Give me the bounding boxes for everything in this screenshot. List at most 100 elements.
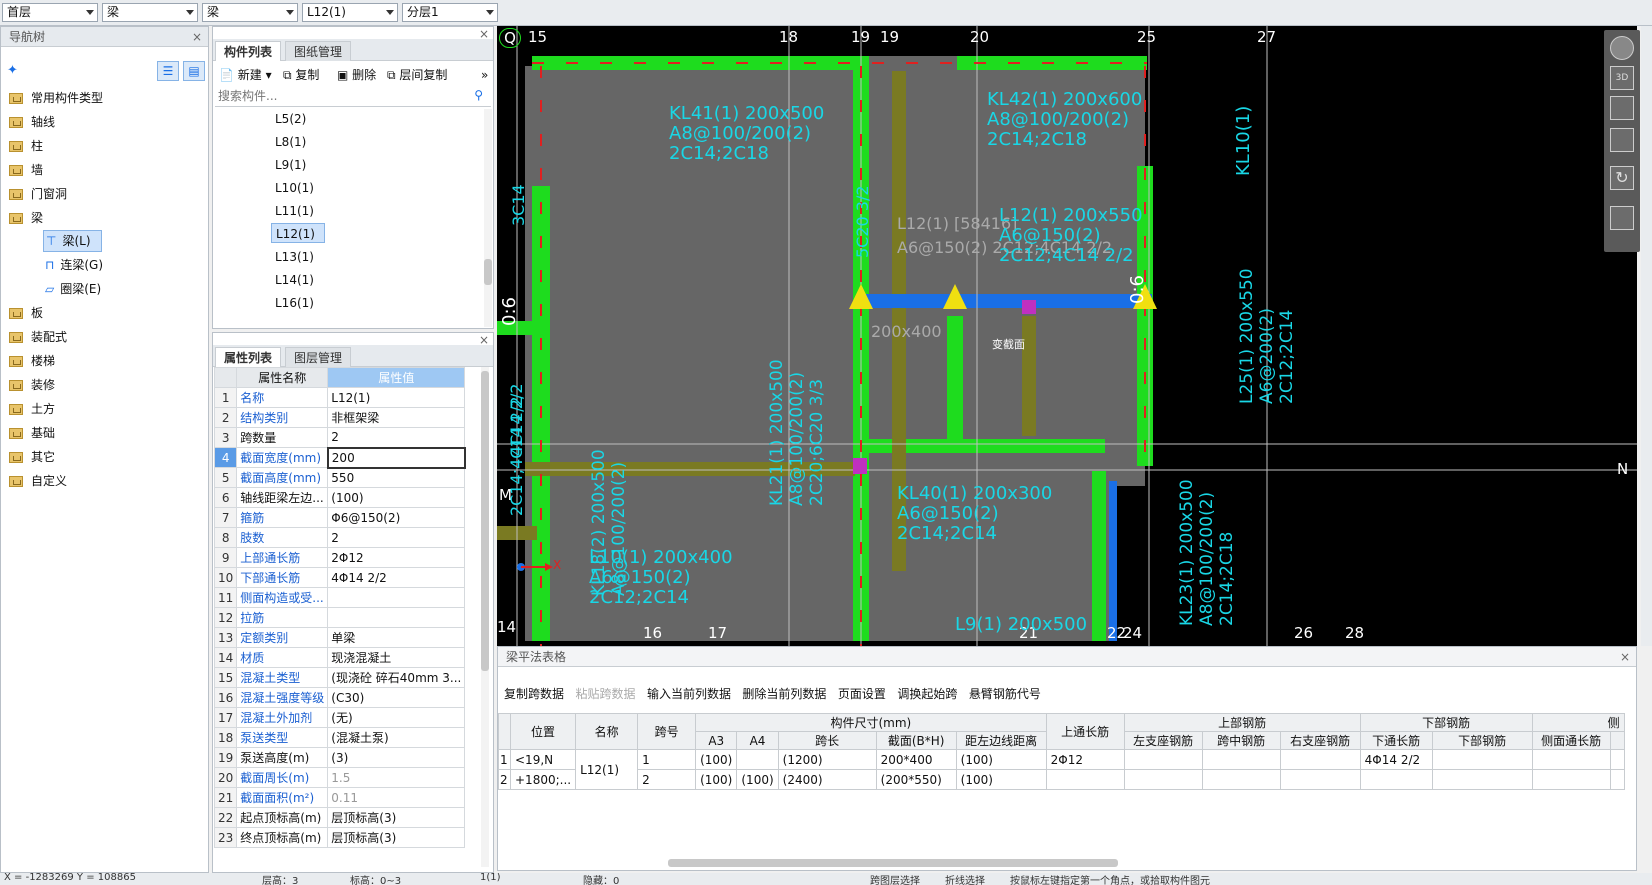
scrollbar[interactable]	[484, 109, 492, 327]
cell-extra[interactable]	[1609, 749, 1625, 770]
list-item[interactable]: L8(1)	[271, 132, 310, 152]
prop-value[interactable]: L12(1)	[327, 387, 466, 408]
beam-olive[interactable]	[1022, 316, 1036, 436]
list-item-selected[interactable]: L12(1)	[271, 223, 325, 243]
beam-l9[interactable]	[1092, 471, 1106, 641]
cell-mid[interactable]	[1201, 769, 1281, 790]
cell-distance[interactable]: (100)	[955, 749, 1047, 770]
delete-column-button[interactable]: 删除当前列数据	[742, 687, 826, 701]
prop-value[interactable]: 2	[327, 527, 466, 548]
nav-child-ring-beam[interactable]: ▱ 圈梁(E)	[43, 278, 101, 300]
prop-value[interactable]: 4Φ14 2/2	[327, 567, 466, 588]
cell-side[interactable]	[1531, 769, 1611, 790]
prop-value[interactable]: (100)	[327, 487, 466, 508]
cell-mid[interactable]	[1201, 749, 1281, 770]
swap-span-button[interactable]: 调换起始跨	[897, 687, 957, 701]
category-select[interactable]: 梁	[102, 3, 198, 22]
input-column-button[interactable]: 输入当前列数据	[647, 687, 731, 701]
beam-l12-selected[interactable]	[857, 294, 1152, 308]
more-icon[interactable]: »	[481, 67, 488, 83]
cell-bottom-through[interactable]	[1359, 769, 1433, 790]
tab-layer-manage[interactable]: 图层管理	[285, 347, 352, 367]
cell-left-support[interactable]	[1123, 749, 1203, 770]
polyline-select-button[interactable]: 折线选择	[945, 873, 985, 885]
table-row[interactable]: 1 <19,N L12(1) 1 (100) (1200) 200*400 (1…	[498, 749, 1625, 790]
prop-value[interactable]: (无)	[327, 707, 466, 728]
delete-button[interactable]: ▣ 删除	[337, 67, 376, 83]
scroll-thumb[interactable]	[484, 259, 492, 285]
prop-value[interactable]: 层顶标高(3)	[327, 807, 466, 828]
prop-value-editing[interactable]: 200	[326, 446, 466, 469]
detail-view-icon[interactable]: ▤	[183, 61, 205, 81]
box-view-icon[interactable]	[1610, 128, 1634, 152]
cell-right-support[interactable]	[1279, 749, 1361, 770]
scrollbar[interactable]	[481, 367, 489, 867]
cell-right-support[interactable]	[1279, 769, 1361, 790]
cell-section[interactable]: (200*550)	[875, 769, 957, 790]
cell-left-support[interactable]	[1123, 769, 1203, 790]
sublayer-select[interactable]: 分层1	[402, 3, 498, 22]
nav-item-decoration[interactable]: 装修	[9, 374, 55, 396]
beam-blue[interactable]	[1109, 481, 1117, 641]
beam-l12-span[interactable]	[947, 316, 963, 441]
scroll-thumb[interactable]	[481, 371, 489, 671]
cell-length[interactable]: (2400)	[777, 769, 877, 790]
floor-select[interactable]: 首层	[2, 3, 98, 22]
prop-value[interactable]: (现浇砼 碎石40mm 3...	[327, 667, 466, 688]
list-item[interactable]: L10(1)	[271, 178, 318, 198]
prop-value[interactable]: 550	[327, 467, 466, 488]
list-item[interactable]: L9(1)	[271, 155, 310, 175]
prop-value[interactable]: 2Φ12	[327, 547, 466, 568]
nav-item-beam[interactable]: 梁	[9, 207, 43, 229]
component-select[interactable]: L12(1)	[302, 3, 398, 22]
cell-distance[interactable]: (100)	[955, 769, 1047, 790]
tab-component-list[interactable]: 构件列表	[215, 41, 282, 61]
prop-value[interactable]: 层顶标高(3)	[327, 827, 466, 848]
type-select[interactable]: 梁	[202, 3, 298, 22]
list-view-icon[interactable]: ☰	[157, 61, 179, 81]
cell-bottom-through[interactable]: 4Φ14 2/2	[1359, 749, 1433, 770]
close-icon[interactable]: ×	[1620, 647, 1630, 667]
tab-drawing-manage[interactable]: 图纸管理	[285, 41, 352, 61]
cell-position[interactable]: <19,N	[509, 749, 577, 770]
pin-icon[interactable]: ✦	[7, 63, 18, 78]
component-search[interactable]: ⚲	[215, 87, 491, 107]
copy-button[interactable]: ⧉ 复制	[283, 67, 319, 83]
nav-item-slab[interactable]: 板	[9, 302, 43, 324]
beam-kl41[interactable]	[532, 56, 867, 70]
cell-a3[interactable]: (100)	[695, 749, 738, 770]
cell-a4[interactable]	[736, 749, 779, 770]
cell-bottom[interactable]	[1431, 769, 1533, 790]
nav-item-wall[interactable]: 墙	[9, 159, 43, 181]
floor-copy-button[interactable]: ⧉ 层间复制	[387, 67, 447, 83]
page-setup-button[interactable]: 页面设置	[838, 687, 886, 701]
nav-child-coupling-beam[interactable]: ⊓ 连梁(G)	[43, 254, 103, 276]
cell-length[interactable]: (1200)	[777, 749, 877, 770]
nav-item-column[interactable]: 柱	[9, 135, 43, 157]
prop-value[interactable]: (C30)	[327, 687, 466, 708]
nav-item-stairs[interactable]: 楼梯	[9, 350, 55, 372]
cross-layer-button[interactable]: 跨图层选择	[870, 873, 920, 885]
cell-name[interactable]: L12(1)	[575, 749, 639, 790]
view-3d-icon[interactable]: 3D	[1610, 66, 1634, 90]
table-row[interactable]: 2 +1800;... 2 (100) (100) (2400) (200*55…	[498, 769, 1625, 790]
prop-value[interactable]: (混凝土泵)	[327, 727, 466, 748]
cell-span[interactable]: 1	[637, 749, 697, 770]
nav-item-foundation[interactable]: 基础	[9, 422, 55, 444]
nav-item-prefab[interactable]: 装配式	[9, 326, 67, 348]
cell-span[interactable]: 2	[637, 769, 697, 790]
cell-extra[interactable]	[1609, 769, 1625, 790]
copy-span-button[interactable]: 复制跨数据	[504, 687, 564, 701]
new-button[interactable]: 📄 新建 ▾	[219, 67, 272, 83]
list-item[interactable]: L5(2)	[271, 109, 310, 129]
prop-value[interactable]: 非框架梁	[327, 407, 466, 428]
cell-a3[interactable]: (100)	[695, 769, 738, 790]
nav-item-opening[interactable]: 门窗洞	[9, 183, 67, 205]
horizontal-scrollbar[interactable]	[668, 859, 1118, 867]
prop-value[interactable]	[327, 607, 466, 628]
cell-side[interactable]	[1531, 749, 1611, 770]
prop-value[interactable]: 现浇混凝土	[327, 647, 466, 668]
cell-bottom[interactable]	[1431, 749, 1533, 770]
cell-top-through[interactable]	[1045, 769, 1125, 790]
nav-item-other[interactable]: 其它	[9, 446, 55, 468]
